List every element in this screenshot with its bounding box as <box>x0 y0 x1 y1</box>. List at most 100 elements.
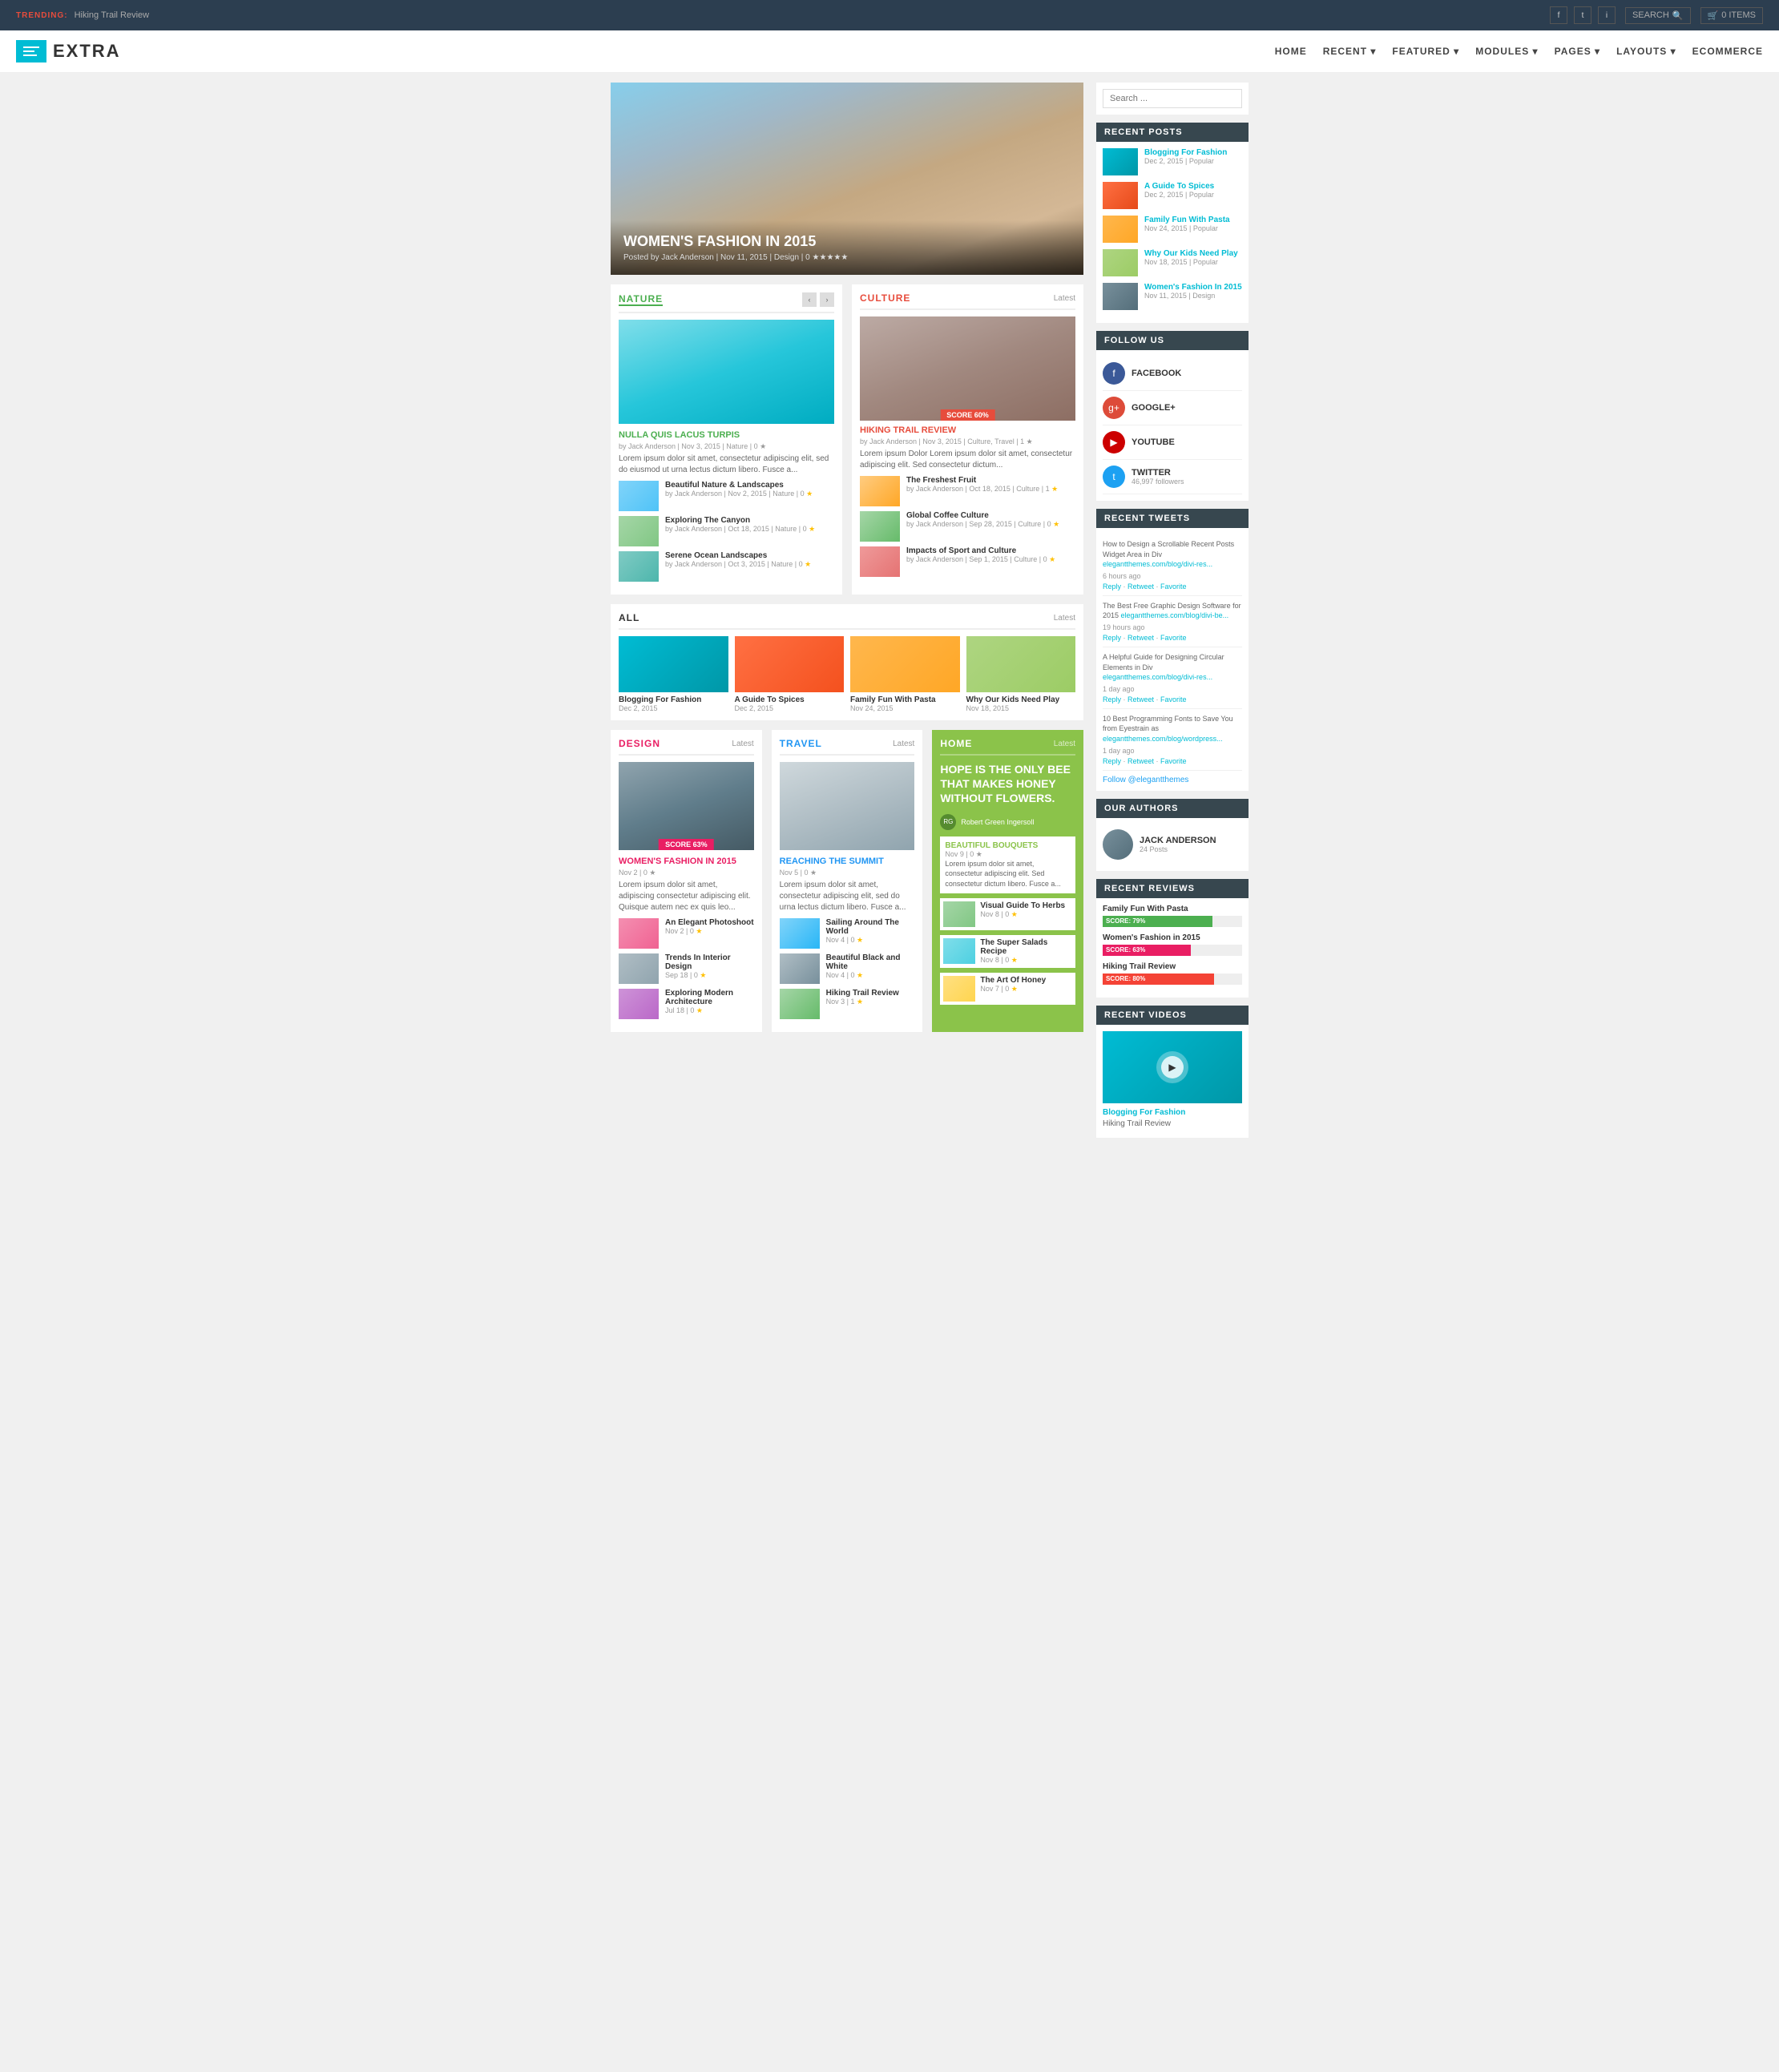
video-1-title[interactable]: Blogging For Fashion <box>1103 1108 1242 1117</box>
recent-post-2: A Guide To Spices Dec 2, 2015 | Popular <box>1103 182 1242 209</box>
tweet-4-actions: Reply · Retweet · Favorite <box>1103 757 1242 765</box>
follow-twitter[interactable]: t TWITTER 46,997 followers <box>1103 460 1242 494</box>
design-sub-3: Exploring Modern Architecture Jul 18 | 0… <box>619 989 754 1019</box>
tweet-3-retweet[interactable]: Retweet <box>1128 695 1154 703</box>
follow-link: Follow @elegantthemes <box>1103 776 1242 784</box>
follow-googleplus[interactable]: g+ GOOGLE+ <box>1103 391 1242 425</box>
facebook-top-icon[interactable]: f <box>1550 6 1567 24</box>
top-bar-right: f t i SEARCH 🔍 🛒 0 ITEMS <box>1550 6 1763 24</box>
logo[interactable]: EXTRA <box>16 40 121 62</box>
all-card-4-date: Nov 18, 2015 <box>966 704 1076 712</box>
culture-sub-2-title[interactable]: Global Coffee Culture <box>906 511 1059 520</box>
recent-post-5-title[interactable]: Women's Fashion In 2015 <box>1144 283 1242 292</box>
culture-sub-1: The Freshest Fruit by Jack Anderson | Oc… <box>860 476 1075 506</box>
tweet-2-reply[interactable]: Reply <box>1103 634 1121 642</box>
recent-post-2-title[interactable]: A Guide To Spices <box>1144 182 1214 191</box>
recent-post-2-meta: Dec 2, 2015 | Popular <box>1144 191 1214 199</box>
author-name[interactable]: JACK ANDERSON <box>1140 836 1216 845</box>
search-top[interactable]: SEARCH 🔍 <box>1625 7 1691 24</box>
recent-post-3-title[interactable]: Family Fun With Pasta <box>1144 216 1230 224</box>
nature-sub-1-title[interactable]: Beautiful Nature & Landscapes <box>665 481 813 490</box>
all-card-4-title[interactable]: Why Our Kids Need Play <box>966 695 1076 704</box>
nature-main-meta: by Jack Anderson | Nov 3, 2015 | Nature … <box>619 442 834 451</box>
travel-sub-1: Sailing Around The World Nov 4 | 0 ★ <box>780 918 915 949</box>
tweet-1-favorite[interactable]: Favorite <box>1160 582 1187 591</box>
all-card-2-title[interactable]: A Guide To Spices <box>735 695 845 704</box>
culture-sub-3-title[interactable]: Impacts of Sport and Culture <box>906 546 1055 555</box>
tweet-1-retweet[interactable]: Retweet <box>1128 582 1154 591</box>
main-container: WOMEN'S FASHION IN 2015 Posted by Jack A… <box>601 73 1258 1155</box>
travel-sub-2-meta: Nov 4 | 0 ★ <box>826 971 915 980</box>
nature-sub-3-title[interactable]: Serene Ocean Landscapes <box>665 551 811 560</box>
tweet-2-favorite[interactable]: Favorite <box>1160 634 1187 642</box>
sidebar-search-input[interactable] <box>1103 89 1242 108</box>
nature-sub-2-meta: by Jack Anderson | Oct 18, 2015 | Nature… <box>665 525 815 534</box>
videos-widget: RECENT VIDEOS ▶ Blogging For Fashion Hik… <box>1096 1006 1249 1138</box>
trending-text: Hiking Trail Review <box>75 10 150 20</box>
nature-next[interactable]: › <box>820 292 834 307</box>
nav-modules[interactable]: MODULES ▾ <box>1475 46 1538 57</box>
instagram-top-icon[interactable]: i <box>1598 6 1616 24</box>
review-3-fill: SCORE: 80% <box>1103 974 1214 985</box>
nav-ecommerce[interactable]: ECOMMERCE <box>1692 46 1763 57</box>
travel-sub-3-title[interactable]: Hiking Trail Review <box>826 989 899 998</box>
home-sub-2-thumb <box>943 938 975 964</box>
recent-post-1: Blogging For Fashion Dec 2, 2015 | Popul… <box>1103 148 1242 175</box>
culture-sub-1-title[interactable]: The Freshest Fruit <box>906 476 1058 485</box>
home-sub-1-title[interactable]: Visual Guide To Herbs <box>980 901 1065 910</box>
culture-main-title[interactable]: HIKING TRAIL REVIEW <box>860 425 1075 435</box>
nature-sub-2-title[interactable]: Exploring The Canyon <box>665 516 815 525</box>
nav-featured[interactable]: FEATURED ▾ <box>1392 46 1459 57</box>
home-featured-title[interactable]: BEAUTIFUL BOUQUETS <box>945 841 1071 850</box>
all-card-3-title[interactable]: Family Fun With Pasta <box>850 695 960 704</box>
cart-top[interactable]: 🛒 0 ITEMS <box>1700 7 1764 24</box>
tweet-3-favorite[interactable]: Favorite <box>1160 695 1187 703</box>
tweet-4-retweet[interactable]: Retweet <box>1128 757 1154 765</box>
design-sub-1-title[interactable]: An Elegant Photoshoot <box>665 918 754 927</box>
design-main-text: Lorem ipsum dolor sit amet, adipiscing c… <box>619 880 754 913</box>
tweet-4-favorite[interactable]: Favorite <box>1160 757 1187 765</box>
tweet-1-text: How to Design a Scrollable Recent Posts … <box>1103 539 1242 570</box>
design-sub-2: Trends In Interior Design Sep 18 | 0 ★ <box>619 953 754 984</box>
nature-sub-3-thumb <box>619 551 659 582</box>
follow-elegantthemes-link[interactable]: Follow @elegantthemes <box>1103 776 1188 784</box>
trending-label: TRENDING: <box>16 11 68 20</box>
follow-facebook[interactable]: f FACEBOOK <box>1103 357 1242 391</box>
tweet-3-reply[interactable]: Reply <box>1103 695 1121 703</box>
review-3-title[interactable]: Hiking Trail Review <box>1103 962 1242 971</box>
nav-recent[interactable]: RECENT ▾ <box>1323 46 1377 57</box>
nature-main-title[interactable]: NULLA QUIS LACUS TURPIS <box>619 430 834 440</box>
nav-pages[interactable]: PAGES ▾ <box>1555 46 1600 57</box>
recent-post-4-meta: Nov 18, 2015 | Popular <box>1144 258 1238 266</box>
tweet-4-reply[interactable]: Reply <box>1103 757 1121 765</box>
video-2-title[interactable]: Hiking Trail Review <box>1103 1119 1242 1128</box>
travel-sub-2: Beautiful Black and White Nov 4 | 0 ★ <box>780 953 915 984</box>
nav-layouts[interactable]: LAYOUTS ▾ <box>1616 46 1676 57</box>
tweet-3-text: A Helpful Guide for Designing Circular E… <box>1103 652 1242 683</box>
review-2-title[interactable]: Women's Fashion in 2015 <box>1103 933 1242 942</box>
review-2-bar: SCORE: 63% <box>1103 945 1242 956</box>
all-card-4-img <box>966 636 1076 692</box>
home-sub-2-title[interactable]: The Super Salads Recipe <box>980 938 1072 956</box>
follow-youtube[interactable]: ▶ YOUTUBE <box>1103 425 1242 460</box>
design-sub-2-title[interactable]: Trends In Interior Design <box>665 953 754 971</box>
nature-prev[interactable]: ‹ <box>802 292 817 307</box>
video-play-btn[interactable]: ▶ <box>1161 1056 1184 1078</box>
review-1-title[interactable]: Family Fun With Pasta <box>1103 905 1242 913</box>
tweet-2-retweet[interactable]: Retweet <box>1128 634 1154 642</box>
culture-main-text: Lorem ipsum Dolor Lorem ipsum dolor sit … <box>860 449 1075 471</box>
recent-post-1-title[interactable]: Blogging For Fashion <box>1144 148 1227 157</box>
travel-main-title[interactable]: REACHING THE SUMMIT <box>780 857 915 866</box>
twitter-top-icon[interactable]: t <box>1574 6 1591 24</box>
all-card-1-title[interactable]: Blogging For Fashion <box>619 695 728 704</box>
travel-sub-1-title[interactable]: Sailing Around The World <box>826 918 915 936</box>
tweet-1-reply[interactable]: Reply <box>1103 582 1121 591</box>
home-sub-3-title[interactable]: The Art Of Honey <box>980 976 1046 985</box>
travel-sub-2-title[interactable]: Beautiful Black and White <box>826 953 915 971</box>
design-sub-3-title[interactable]: Exploring Modern Architecture <box>665 989 754 1006</box>
design-main-title[interactable]: WOMEN'S FASHION IN 2015 <box>619 857 754 866</box>
culture-section: CULTURE Latest ▶ SCORE 60% HIKING TRAIL … <box>852 284 1083 595</box>
tweet-1-time: 6 hours ago <box>1103 572 1242 580</box>
recent-post-4-title[interactable]: Why Our Kids Need Play <box>1144 249 1238 258</box>
nav-home[interactable]: HOME <box>1275 46 1307 57</box>
